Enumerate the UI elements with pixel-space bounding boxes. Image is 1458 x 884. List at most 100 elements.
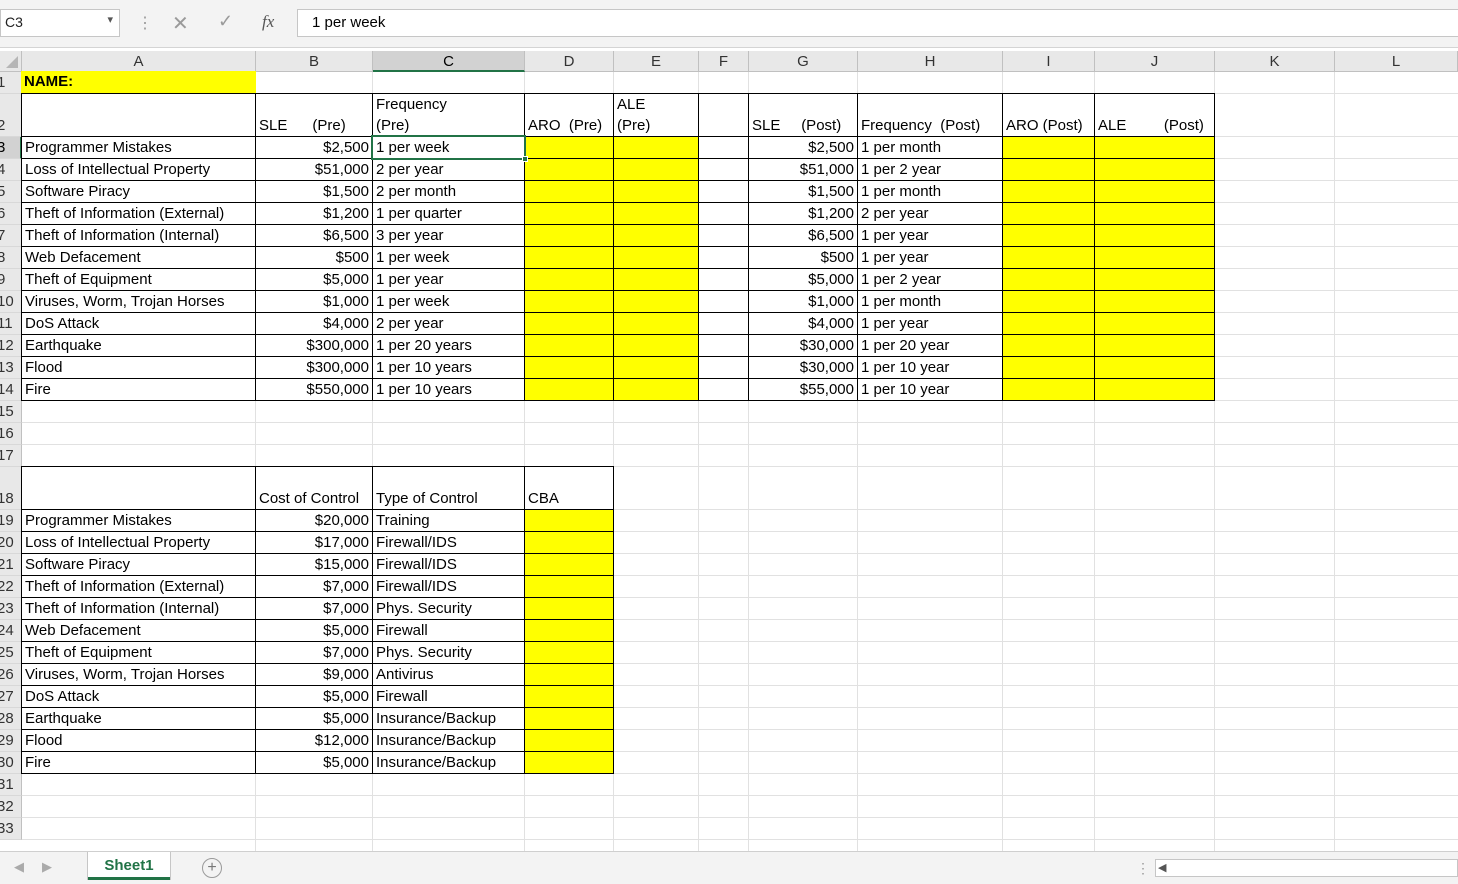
frequency-pre-value[interactable]: 2 per year [372, 312, 525, 335]
frequency-pre-value[interactable]: 2 per month [372, 180, 525, 203]
spacer-cell[interactable] [698, 378, 749, 401]
ale-post-input[interactable] [1094, 136, 1215, 159]
row-header-10[interactable]: 10 [0, 291, 22, 313]
cba-input[interactable] [524, 575, 614, 598]
add-sheet-icon[interactable]: + [202, 858, 222, 878]
header-cost-of-control[interactable]: Cost of Control [255, 466, 373, 510]
row-header-32[interactable]: 32 [0, 796, 22, 818]
type-of-control-value[interactable]: Phys. Security [372, 641, 525, 664]
header-frequency-pre[interactable]: Frequency (Pre) [372, 93, 525, 137]
ale-pre-input[interactable] [613, 290, 699, 313]
row-header-5[interactable]: 5 [0, 181, 22, 203]
sle-post-value[interactable]: $51,000 [748, 158, 858, 181]
row-header-11[interactable]: 11 [0, 313, 22, 335]
sle-pre-value[interactable]: $550,000 [255, 378, 373, 401]
cba-input[interactable] [524, 641, 614, 664]
sheet-tab[interactable]: Sheet1 [88, 852, 170, 880]
sle-post-value[interactable]: $1,000 [748, 290, 858, 313]
scroll-left-icon[interactable]: ◀ [1158, 861, 1166, 874]
cost-of-control-value[interactable]: $12,000 [255, 729, 373, 752]
row-header-17[interactable]: 17 [0, 445, 22, 467]
risk-name[interactable]: Flood [21, 356, 256, 379]
sle-pre-value[interactable]: $500 [255, 246, 373, 269]
row-header-33[interactable]: 33 [0, 818, 22, 840]
chevron-down-icon[interactable]: ▾ [107, 13, 113, 26]
cost-of-control-value[interactable]: $5,000 [255, 685, 373, 708]
column-header-b[interactable]: B [256, 51, 373, 72]
cost-of-control-value[interactable]: $5,000 [255, 751, 373, 774]
type-of-control-value[interactable]: Insurance/Backup [372, 707, 525, 730]
spacer-cell[interactable] [698, 356, 749, 379]
row-header-21[interactable]: 21 [0, 554, 22, 576]
drag-handle-icon[interactable]: ⋮ [137, 13, 153, 33]
header-ale-pre[interactable]: ALE (Pre) [613, 93, 699, 137]
risk-name[interactable]: Theft of Information (External) [21, 202, 256, 225]
type-of-control-value[interactable]: Training [372, 509, 525, 532]
sle-post-value[interactable]: $500 [748, 246, 858, 269]
row-header-19[interactable]: 19 [0, 510, 22, 532]
row-header-1[interactable]: 1 [0, 72, 22, 94]
tab-splitter-handle[interactable]: ⋮ [1136, 860, 1150, 877]
frequency-pre-value[interactable]: 1 per week [372, 290, 525, 313]
row-header-20[interactable]: 20 [0, 532, 22, 554]
aro-pre-input[interactable] [524, 180, 614, 203]
aro-post-input[interactable] [1002, 268, 1095, 291]
ale-pre-input[interactable] [613, 224, 699, 247]
row-header-28[interactable]: 28 [0, 708, 22, 730]
control-risk-name[interactable]: Software Piracy [21, 553, 256, 576]
control-risk-name[interactable]: Web Defacement [21, 619, 256, 642]
ale-pre-input[interactable] [613, 202, 699, 225]
sle-post-value[interactable]: $30,000 [748, 356, 858, 379]
cba-input[interactable] [524, 619, 614, 642]
column-header-j[interactable]: J [1095, 51, 1215, 72]
aro-pre-input[interactable] [524, 224, 614, 247]
control-risk-name[interactable]: DoS Attack [21, 685, 256, 708]
risk-name[interactable]: Software Piracy [21, 180, 256, 203]
row-header-9[interactable]: 9 [0, 269, 22, 291]
control-risk-name[interactable]: Viruses, Worm, Trojan Horses [21, 663, 256, 686]
header-blank[interactable] [698, 93, 749, 137]
frequency-pre-value[interactable]: 1 per week [372, 136, 525, 159]
control-risk-name[interactable]: Theft of Equipment [21, 641, 256, 664]
control-risk-name[interactable]: Loss of Intellectual Property [21, 531, 256, 554]
insert-function-icon[interactable]: fx [262, 12, 274, 32]
risk-name[interactable]: Web Defacement [21, 246, 256, 269]
control-risk-name[interactable]: Fire [21, 751, 256, 774]
type-of-control-value[interactable]: Firewall [372, 685, 525, 708]
frequency-post-value[interactable]: 1 per month [857, 136, 1003, 159]
sle-pre-value[interactable]: $1,200 [255, 202, 373, 225]
sle-post-value[interactable]: $2,500 [748, 136, 858, 159]
ale-pre-input[interactable] [613, 312, 699, 335]
frequency-pre-value[interactable]: 1 per 10 years [372, 356, 525, 379]
cost-of-control-value[interactable]: $5,000 [255, 619, 373, 642]
ale-post-input[interactable] [1094, 180, 1215, 203]
sle-pre-value[interactable]: $4,000 [255, 312, 373, 335]
frequency-pre-value[interactable]: 1 per year [372, 268, 525, 291]
ale-post-input[interactable] [1094, 268, 1215, 291]
sle-post-value[interactable]: $4,000 [748, 312, 858, 335]
frequency-pre-value[interactable]: 3 per year [372, 224, 525, 247]
ale-pre-input[interactable] [613, 378, 699, 401]
column-header-f[interactable]: F [699, 51, 749, 72]
control-risk-name[interactable]: Earthquake [21, 707, 256, 730]
row-header-12[interactable]: 12 [0, 335, 22, 357]
row-header-31[interactable]: 31 [0, 774, 22, 796]
ale-pre-input[interactable] [613, 180, 699, 203]
header-ale-post[interactable]: ALE (Post) [1094, 93, 1215, 137]
header-sle-post[interactable]: SLE (Post) [748, 93, 858, 137]
spacer-cell[interactable] [698, 202, 749, 225]
cancel-icon[interactable]: ✕ [172, 11, 189, 36]
aro-pre-input[interactable] [524, 334, 614, 357]
cost-of-control-value[interactable]: $20,000 [255, 509, 373, 532]
ale-post-input[interactable] [1094, 378, 1215, 401]
row-header-13[interactable]: 13 [0, 357, 22, 379]
spacer-cell[interactable] [698, 290, 749, 313]
row-header-14[interactable]: 14 [0, 379, 22, 401]
frequency-post-value[interactable]: 1 per year [857, 312, 1003, 335]
ale-post-input[interactable] [1094, 202, 1215, 225]
frequency-post-value[interactable]: 1 per 10 year [857, 378, 1003, 401]
header-sle-pre[interactable]: SLE (Pre) [255, 93, 373, 137]
spacer-cell[interactable] [698, 180, 749, 203]
spacer-cell[interactable] [698, 334, 749, 357]
aro-post-input[interactable] [1002, 224, 1095, 247]
